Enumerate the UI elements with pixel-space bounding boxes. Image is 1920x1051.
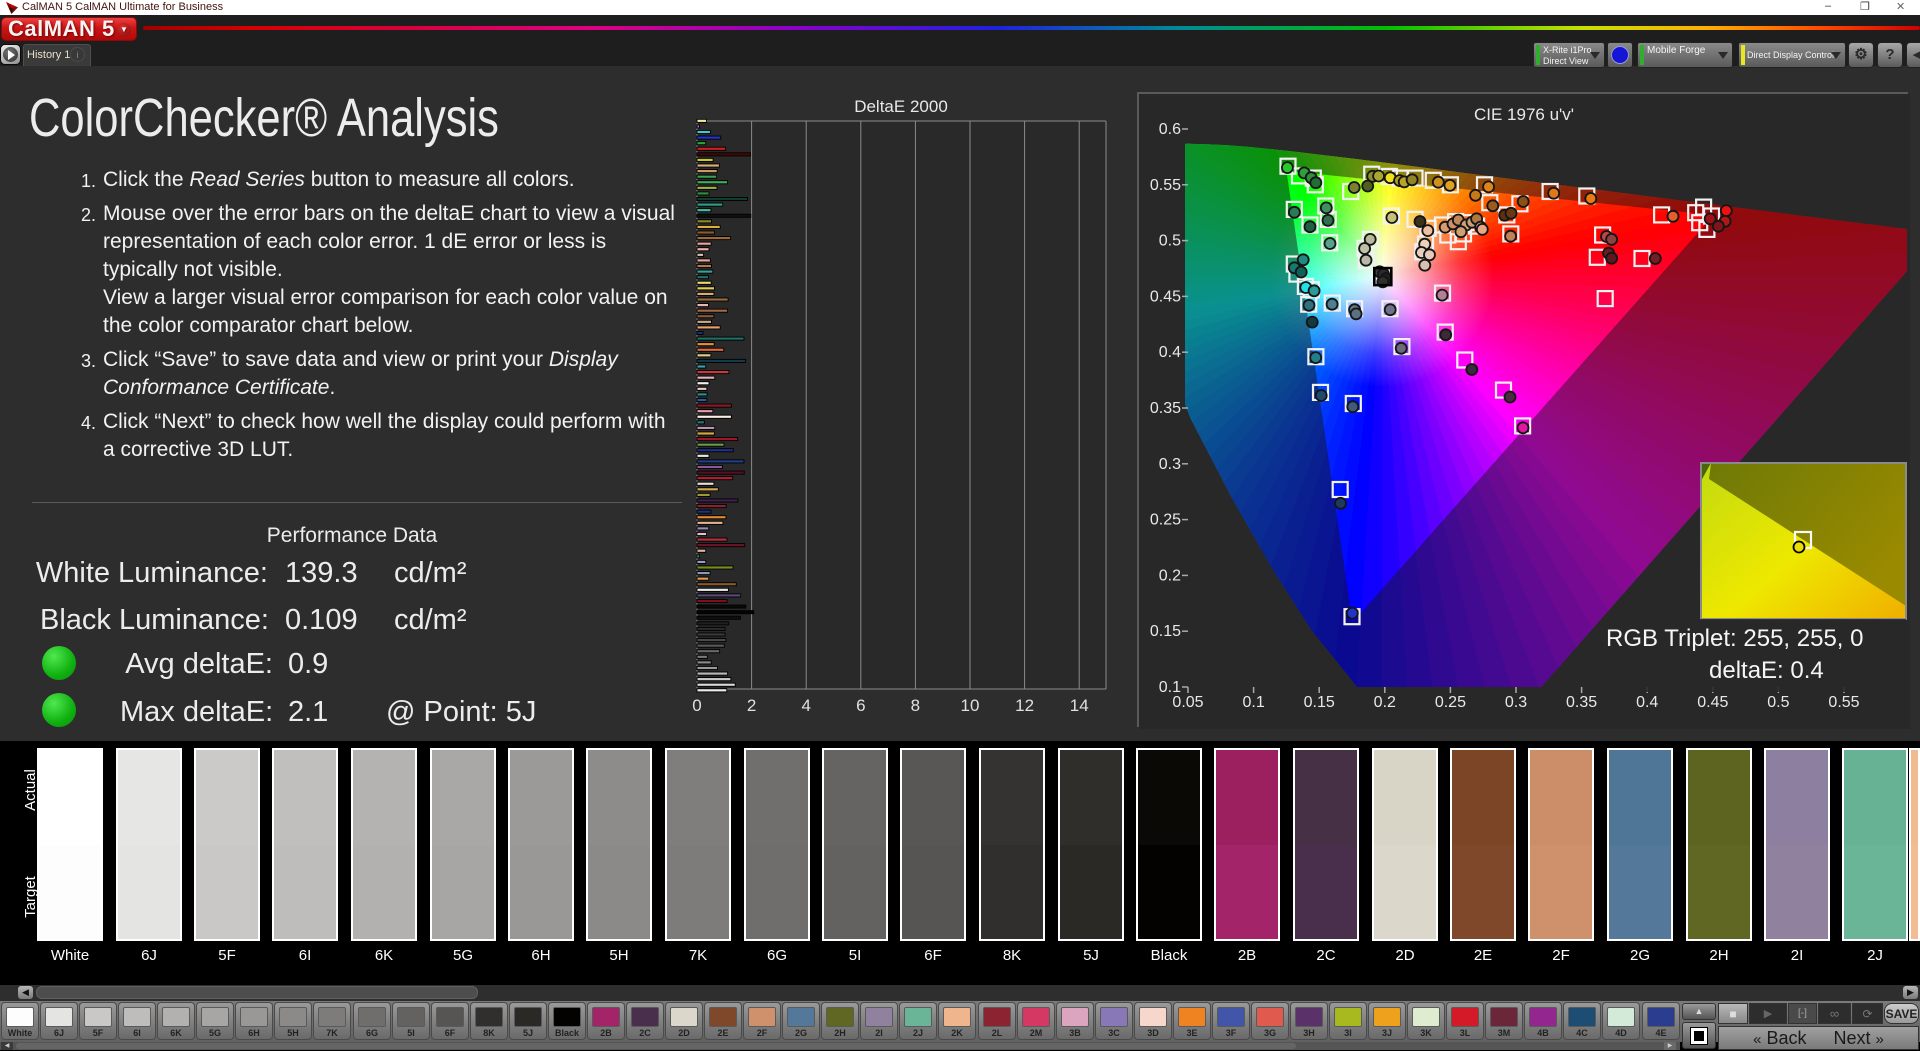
svg-text:4: 4 [801, 696, 810, 715]
svg-text:0.05: 0.05 [1172, 694, 1203, 711]
svg-text:0.2: 0.2 [1159, 567, 1181, 584]
svg-text:CIE 1976 u'v': CIE 1976 u'v' [1474, 105, 1574, 124]
svg-text:14: 14 [1070, 696, 1089, 715]
svg-text:0.4: 0.4 [1159, 344, 1181, 361]
svg-text:deltaE: 0.4: deltaE: 0.4 [1709, 657, 1824, 684]
svg-text:0.45: 0.45 [1150, 288, 1181, 305]
svg-text:0.55: 0.55 [1150, 177, 1181, 194]
svg-text:2: 2 [747, 696, 756, 715]
svg-text:0.15: 0.15 [1150, 623, 1181, 640]
svg-text:12: 12 [1015, 696, 1034, 715]
svg-text:0.4: 0.4 [1636, 694, 1658, 711]
svg-text:10: 10 [961, 696, 980, 715]
svg-text:0.15: 0.15 [1304, 694, 1335, 711]
svg-text:0.6: 0.6 [1159, 121, 1181, 138]
svg-text:DeltaE 2000: DeltaE 2000 [854, 97, 948, 116]
svg-text:0.55: 0.55 [1828, 694, 1859, 711]
svg-text:0.35: 0.35 [1566, 694, 1597, 711]
svg-text:0.1: 0.1 [1242, 694, 1264, 711]
svg-text:6: 6 [856, 696, 865, 715]
svg-text:0.35: 0.35 [1150, 400, 1181, 417]
svg-text:0.3: 0.3 [1159, 456, 1181, 473]
svg-text:0.2: 0.2 [1374, 694, 1396, 711]
svg-text:0.45: 0.45 [1697, 694, 1728, 711]
svg-text:0.5: 0.5 [1767, 694, 1789, 711]
svg-text:0.25: 0.25 [1435, 694, 1466, 711]
svg-text:8: 8 [911, 696, 920, 715]
svg-text:RGB Triplet: 255, 255, 0: RGB Triplet: 255, 255, 0 [1606, 625, 1863, 652]
svg-text:0.25: 0.25 [1150, 512, 1181, 529]
svg-text:0.3: 0.3 [1505, 694, 1527, 711]
svg-text:0: 0 [692, 696, 701, 715]
svg-text:0.5: 0.5 [1159, 233, 1181, 250]
